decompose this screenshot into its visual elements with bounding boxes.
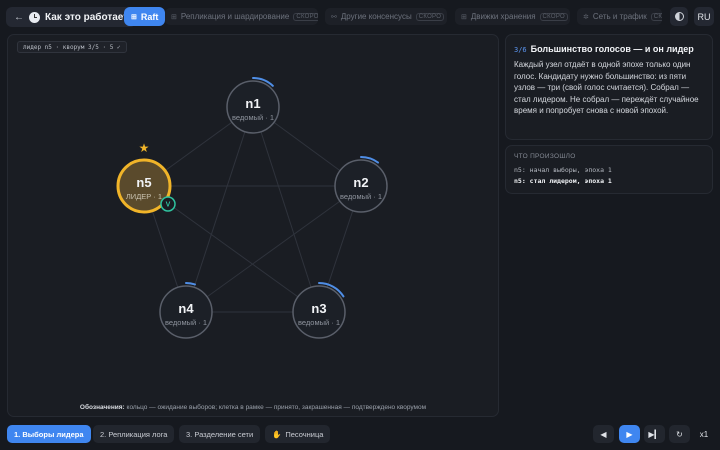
grid-icon: ⊞ xyxy=(131,13,137,21)
tab-label: Сеть и трафик xyxy=(592,12,647,21)
scenario-leader-election[interactable]: 1. Выборы лидера xyxy=(7,425,91,443)
node-n2: n2 ведомый · 1 xyxy=(334,156,388,213)
prev-step-button[interactable]: ◀ xyxy=(593,425,614,443)
tab-label: Движки хранения xyxy=(470,12,536,21)
edges xyxy=(143,106,362,313)
event-log-panel: ЧТО ПРОИЗОШЛО n5: начал выборы, эпоха 1 … xyxy=(505,145,713,194)
vote-badge-label: V xyxy=(166,202,171,209)
scenario-label: 2. Репликация лога xyxy=(100,429,168,439)
tab-other-consensus[interactable]: ⚯ Другие консенсусы СКОРО xyxy=(325,8,447,25)
log-entry: n5: стал лидером, эпоха 1 xyxy=(514,177,612,185)
node-id: n2 xyxy=(353,175,368,190)
gear-icon: ✲ xyxy=(583,13,589,21)
tab-label: Raft xyxy=(140,11,159,22)
node-role: ведомый · 1 xyxy=(165,318,207,327)
node-role: ведомый · 1 xyxy=(298,318,340,327)
grid-icon: ⊞ xyxy=(171,13,177,21)
step-header: 3/6 Большинство голосов — и он лидер xyxy=(514,44,704,54)
top-bar: ← Как это работает ⊞ Raft ⊞ Репликация и… xyxy=(0,0,720,33)
node-role: ведомый · 1 xyxy=(340,192,382,201)
soon-badge: СКОРО xyxy=(539,12,569,21)
scenario-label: 3. Разделение сети xyxy=(186,429,254,439)
scenario-log-replication[interactable]: 2. Репликация лога xyxy=(93,425,175,443)
scenario-sandbox[interactable]: ✋ Песочница xyxy=(265,425,331,443)
node-n5: ★ Vn5 ЛИДЕР · 1 xyxy=(116,141,176,214)
node-id: n5 xyxy=(136,175,151,190)
grid-icon: ⊞ xyxy=(461,13,467,21)
theme-toggle-button[interactable] xyxy=(670,7,688,26)
scenario-label: Песочница xyxy=(285,429,324,439)
edge-line xyxy=(252,106,320,313)
node-role: ведомый · 1 xyxy=(232,113,274,122)
speed-button[interactable]: x1 xyxy=(694,425,714,443)
scenario-label: 1. Выборы лидера xyxy=(14,429,84,439)
tab-label: Другие консенсусы xyxy=(340,12,412,21)
node-n3: n3 ведомый · 1 xyxy=(292,282,346,339)
soon-badge: СКОРО xyxy=(650,12,662,21)
event-log-title: ЧТО ПРОИЗОШЛО xyxy=(514,153,576,160)
link-icon: ⚯ xyxy=(331,13,337,21)
home-label: Как это работает xyxy=(45,11,129,23)
skip-to-end-button[interactable]: ▶▎ xyxy=(644,425,665,443)
log-entry: n5: начал выборы, эпоха 1 xyxy=(514,166,612,174)
step-title: Большинство голосов — и он лидер xyxy=(530,44,694,54)
scenario-network-partition[interactable]: 3. Разделение сети xyxy=(179,425,261,443)
star-icon: ★ xyxy=(139,141,150,155)
step-description: Каждый узел отдаёт в одной эпохе только … xyxy=(514,60,699,115)
half-circle-icon xyxy=(674,12,684,21)
step-counter: 3/6 xyxy=(514,46,527,54)
language-button[interactable]: RU xyxy=(694,7,714,26)
tab-label: Репликация и шардирование xyxy=(180,12,290,21)
play-button[interactable]: ▶ xyxy=(619,425,640,443)
tab-raft[interactable]: ⊞ Raft xyxy=(124,7,166,26)
node-n4: n4 ведомый · 1 xyxy=(159,282,213,339)
node-id: n1 xyxy=(245,96,260,111)
legend-label: Обозначения: xyxy=(79,404,125,411)
node-id: n4 xyxy=(178,301,194,316)
cluster-canvas: лидер n5 · кворум 3/5 · 5 ✓ n1 ведомый · … xyxy=(7,34,499,417)
soon-badge: СКОРО xyxy=(293,12,318,21)
legend: Обозначения: кольцо — ожидание выборов; … xyxy=(8,404,498,411)
node-n1: n1 ведомый · 1 xyxy=(226,77,280,134)
soon-badge: СКОРО xyxy=(415,12,445,21)
legend-text: кольцо — ожидание выборов; клетка в рамк… xyxy=(124,404,427,411)
tab-storage-engines[interactable]: ⊞ Движки хранения СКОРО xyxy=(455,8,570,25)
hand-icon: ✋ xyxy=(272,429,282,439)
nodes: n1ведомый · 1n2ведомый · 1n3ведомый · 1n… xyxy=(116,77,388,339)
cluster-graph: n1ведомый · 1n2ведомый · 1n3ведомый · 1n… xyxy=(116,77,388,339)
node-role: ЛИДЕР · 1 xyxy=(126,192,162,201)
home-button[interactable]: ← Как это работает xyxy=(6,7,137,27)
clock-icon xyxy=(29,11,40,23)
node-id: n3 xyxy=(311,301,326,316)
step-info-panel: 3/6 Большинство голосов — и он лидер Каж… xyxy=(505,34,713,140)
tab-network[interactable]: ✲ Сеть и трафик СКОРО xyxy=(577,8,662,25)
reset-button[interactable]: ↻ xyxy=(669,425,690,443)
tab-replication[interactable]: ⊞ Репликация и шардирование СКОРО xyxy=(165,8,318,25)
edge-line xyxy=(185,106,254,313)
arrow-left-icon: ← xyxy=(14,11,24,23)
election-timer-arc xyxy=(185,282,196,286)
